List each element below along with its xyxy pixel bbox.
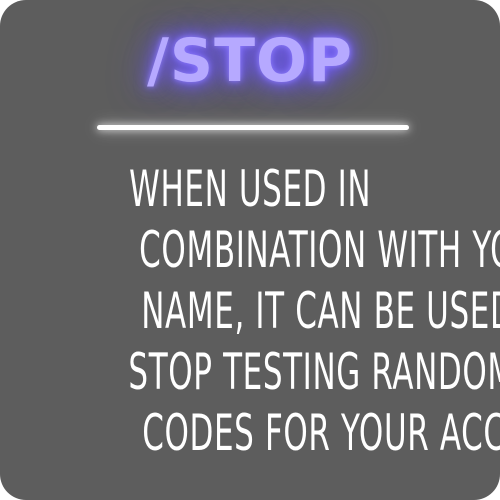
description-line-1: WHEN USED IN [128,160,372,218]
command-title: /STOP [146,26,354,96]
description-line-4: STOP TESTING RANDOM [128,343,500,401]
description-line-2: COMBINATION WITH YOUR [139,221,500,279]
description-line-5: CODES FOR YOUR ACCOUT [142,404,500,462]
description-line-3: NAME, IT CAN BE USED TO [141,282,500,340]
command-description: WHEN USED IN COMBINATION WITH YOUR NAME,… [10,159,500,464]
glowing-divider [97,125,409,130]
command-card: /STOP WHEN USED IN COMBINATION WITH YOUR… [0,0,500,500]
